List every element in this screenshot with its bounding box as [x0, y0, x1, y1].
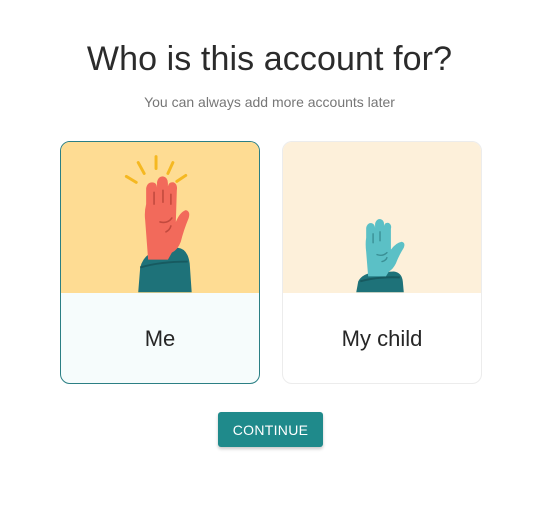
child-illustration [283, 142, 481, 293]
option-label-my-child: My child [341, 326, 423, 351]
option-label-me: Me [144, 326, 176, 351]
account-type-page: Who is this account for? You can always … [0, 0, 539, 509]
continue-button[interactable]: CONTINUE [218, 412, 323, 447]
option-card-me[interactable]: Me [60, 141, 260, 384]
me-illustration [61, 142, 259, 293]
page-title: Who is this account for? [86, 40, 453, 78]
option-card-my-child[interactable]: My child [282, 141, 482, 384]
raised-hand-icon [124, 155, 192, 293]
page-subtitle: You can always add more accounts later [144, 94, 395, 110]
small-raised-hand-icon [356, 218, 405, 293]
